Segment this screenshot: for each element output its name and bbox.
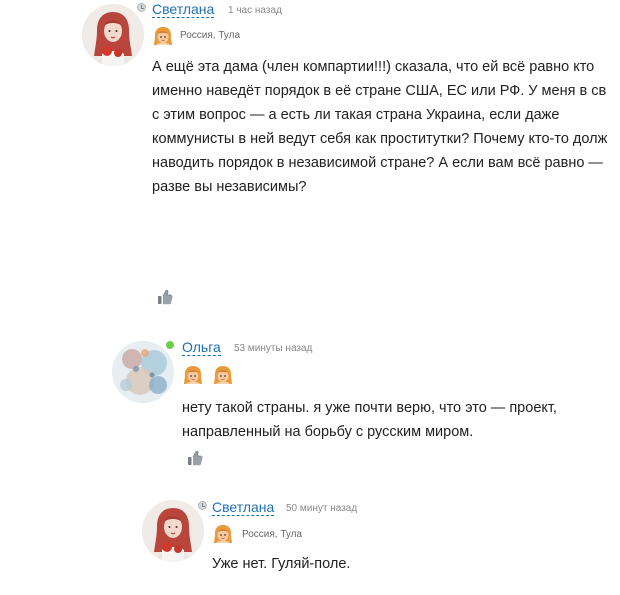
comment: Светлана 50 минут назад Россия, Тула Уже… — [0, 480, 620, 595]
badges — [152, 25, 174, 47]
author-link[interactable]: Светлана — [152, 2, 215, 18]
author-link[interactable]: Ольга — [182, 340, 221, 356]
comment-text-line: коммунисты в ней ведут себя как проститу… — [152, 131, 608, 147]
comment-text: А ещё эта дама (член компартии!!!) сказа… — [152, 55, 607, 199]
girl-badge-icon — [212, 523, 234, 545]
comment-time: 50 минут назад — [286, 503, 358, 514]
comment-text-line: направленный на борьбу с русским миром. — [182, 424, 474, 440]
badges — [182, 364, 234, 386]
comment-text: нету такой страны. я уже почти верю, что… — [182, 396, 557, 444]
avatar[interactable] — [82, 4, 144, 66]
location: Россия, Тула — [180, 30, 241, 41]
author-link[interactable]: Светлана — [212, 500, 275, 516]
comment-time: 1 час назад — [228, 5, 282, 16]
comment-text-line: наводить порядок в независимой стране? А… — [152, 155, 603, 171]
avatar[interactable] — [112, 341, 174, 403]
girl-badge-icon — [182, 364, 204, 386]
comment-text-line: А ещё эта дама (член компартии!!!) сказа… — [152, 59, 595, 75]
away-status-icon — [137, 3, 146, 12]
like-icon[interactable] — [156, 288, 174, 306]
comment-text: Уже нет. Гуляй-поле. — [212, 552, 350, 576]
girl-badge-icon — [152, 25, 174, 47]
online-status-icon — [166, 341, 174, 349]
avatar[interactable] — [142, 500, 204, 562]
badges — [212, 523, 234, 545]
comment-text-line: нету такой страны. я уже почти верю, что… — [182, 400, 557, 416]
comment-time: 53 минуты назад — [234, 343, 313, 354]
comment: Ольга 53 минуты назад нету такой страны.… — [0, 320, 620, 480]
location: Россия, Тула — [242, 529, 303, 540]
comment-text-line: разве вы независимы? — [152, 179, 307, 195]
comment-text-line: с этим вопрос — а есть ли такая страна У… — [152, 107, 560, 123]
girl-badge-icon — [212, 364, 234, 386]
comment-text-line: Уже нет. Гуляй-поле. — [212, 556, 351, 572]
like-icon[interactable] — [186, 449, 204, 467]
comment: Светлана 1 час назад Россия, Тула А ещё … — [0, 0, 620, 320]
away-status-icon — [198, 501, 207, 510]
comment-text-line: именно наведёт порядок в её стране США, … — [152, 83, 607, 99]
